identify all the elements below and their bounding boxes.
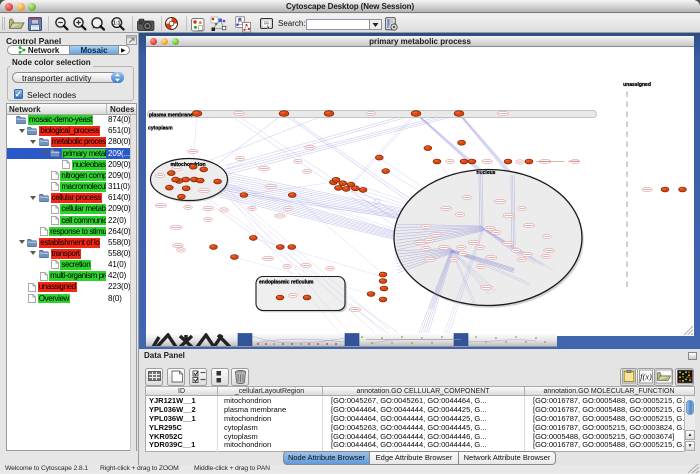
svg-text:endoplasmic reticulum: endoplasmic reticulum: [259, 280, 314, 286]
svg-text:1:1: 1:1: [113, 21, 120, 27]
svg-text:plasma membrane: plasma membrane: [149, 113, 193, 119]
svg-text:nucleus: nucleus: [477, 170, 496, 176]
svg-text:unassigned: unassigned: [623, 82, 651, 88]
svg-text:cytoplasm: cytoplasm: [148, 126, 173, 132]
svg-text:f(x): f(x): [640, 371, 652, 381]
